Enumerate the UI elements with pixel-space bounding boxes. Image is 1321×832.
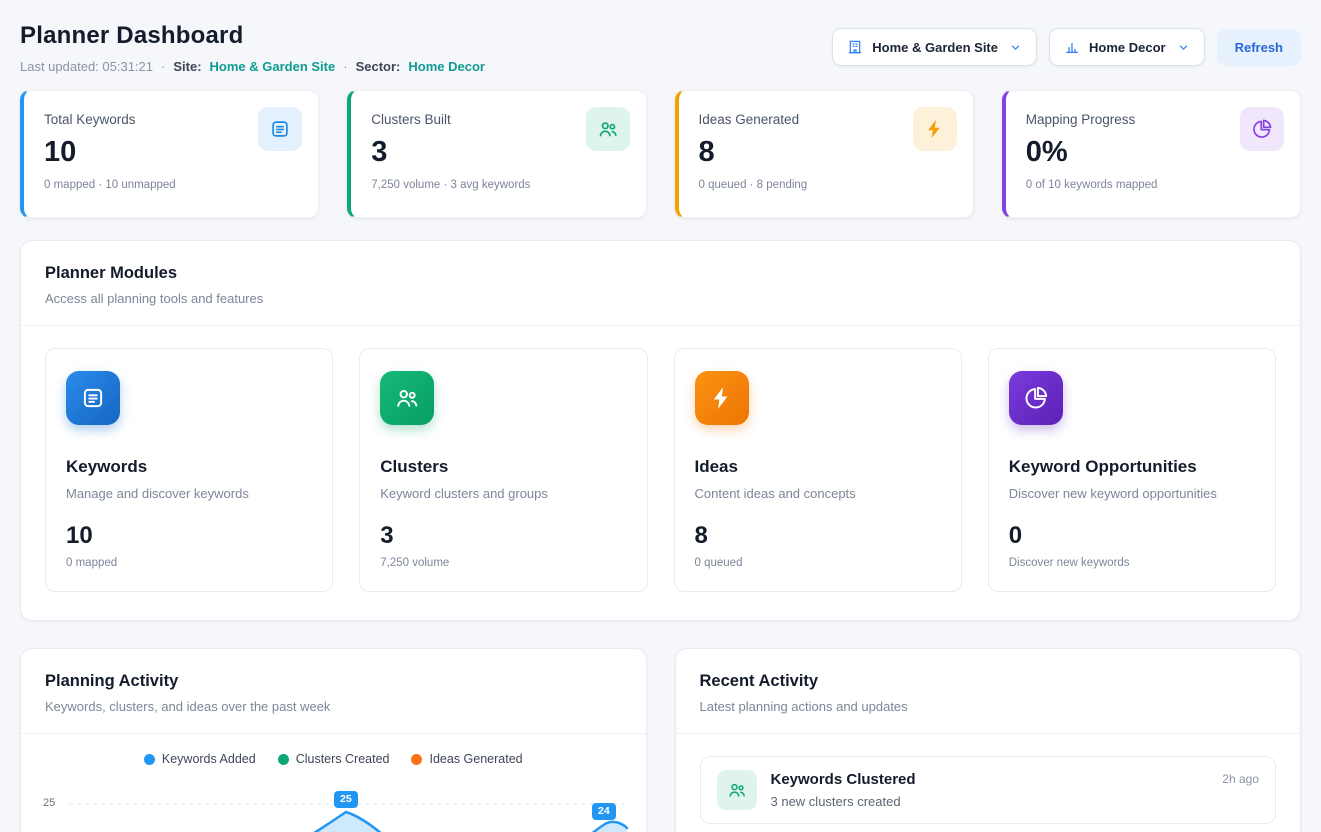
legend-dot-green bbox=[278, 754, 289, 765]
data-point-label: 24 bbox=[592, 803, 616, 820]
y-axis-tick: 25 bbox=[43, 797, 55, 809]
legend-label: Ideas Generated bbox=[429, 752, 522, 766]
module-title: Clusters bbox=[380, 457, 626, 477]
sector-selector-dropdown[interactable]: Home Decor bbox=[1049, 28, 1205, 66]
legend-dot-orange bbox=[411, 754, 422, 765]
activity-title: Keywords Clustered bbox=[771, 771, 916, 788]
module-card-keyword-opportunities[interactable]: Keyword Opportunities Discover new keywo… bbox=[988, 348, 1276, 592]
meta-separator: · bbox=[343, 59, 347, 74]
header-controls: Home & Garden Site Home Decor Refresh bbox=[832, 28, 1301, 66]
module-detail: 0 queued bbox=[695, 557, 941, 569]
legend-item-ideas-generated: Ideas Generated bbox=[411, 752, 522, 766]
page-title: Planner Dashboard bbox=[20, 22, 485, 50]
module-card-ideas[interactable]: Ideas Content ideas and concepts 8 0 que… bbox=[674, 348, 962, 592]
recent-activity-item[interactable]: Keywords Clustered 3 new clusters create… bbox=[700, 756, 1277, 824]
section-title: Recent Activity bbox=[700, 672, 1277, 691]
document-icon bbox=[258, 107, 302, 151]
recent-activity-card: Recent Activity Latest planning actions … bbox=[675, 648, 1302, 832]
header-left: Planner Dashboard Last updated: 05:31:21… bbox=[20, 22, 485, 74]
legend-item-clusters-created: Clusters Created bbox=[278, 752, 390, 766]
legend-label: Keywords Added bbox=[162, 752, 256, 766]
module-card-keywords[interactable]: Keywords Manage and discover keywords 10… bbox=[45, 348, 333, 592]
legend-dot-blue bbox=[144, 754, 155, 765]
module-value: 0 bbox=[1009, 522, 1255, 550]
site-selector-label: Home & Garden Site bbox=[872, 40, 998, 55]
planner-modules-header: Planner Modules Access all planning tool… bbox=[21, 241, 1300, 326]
meta-separator: · bbox=[161, 59, 165, 74]
sector-link[interactable]: Home Decor bbox=[408, 59, 485, 74]
section-subtitle: Latest planning actions and updates bbox=[700, 699, 1277, 714]
modules-grid: Keywords Manage and discover keywords 10… bbox=[21, 326, 1300, 620]
chevron-down-icon bbox=[1009, 41, 1022, 54]
lightning-icon bbox=[913, 107, 957, 151]
module-detail: 7,250 volume bbox=[380, 557, 626, 569]
users-icon bbox=[717, 770, 757, 810]
bar-chart-icon bbox=[1064, 39, 1080, 55]
stat-detail: 0 of 10 keywords mapped bbox=[1026, 179, 1280, 191]
module-description: Manage and discover keywords bbox=[66, 486, 312, 501]
chevron-down-icon bbox=[1177, 41, 1190, 54]
stat-card-ideas-generated: Ideas Generated 8 0 queued · 8 pending bbox=[675, 90, 974, 218]
module-detail: Discover new keywords bbox=[1009, 557, 1255, 569]
pie-chart-icon bbox=[1009, 371, 1063, 425]
data-point-label: 25 bbox=[334, 791, 358, 808]
activity-text: Keywords Clustered 3 new clusters create… bbox=[771, 771, 916, 809]
activity-timestamp: 2h ago bbox=[1222, 772, 1259, 786]
legend-item-keywords-added: Keywords Added bbox=[144, 752, 256, 766]
section-title: Planner Modules bbox=[45, 264, 1276, 283]
sector-selector-label: Home Decor bbox=[1089, 40, 1166, 55]
users-icon bbox=[380, 371, 434, 425]
recent-activity-list: Keywords Clustered 3 new clusters create… bbox=[676, 734, 1301, 832]
section-title: Planning Activity bbox=[45, 672, 622, 691]
stat-card-mapping-progress: Mapping Progress 0% 0 of 10 keywords map… bbox=[1002, 90, 1301, 218]
stat-detail: 0 mapped · 10 unmapped bbox=[44, 179, 298, 191]
planner-dashboard-page: Planner Dashboard Last updated: 05:31:21… bbox=[0, 0, 1321, 832]
users-icon bbox=[586, 107, 630, 151]
stat-card-total-keywords: Total Keywords 10 0 mapped · 10 unmapped bbox=[20, 90, 319, 218]
module-description: Discover new keyword opportunities bbox=[1009, 486, 1255, 501]
refresh-button[interactable]: Refresh bbox=[1217, 29, 1301, 66]
recent-activity-header: Recent Activity Latest planning actions … bbox=[676, 649, 1301, 734]
module-description: Keyword clusters and groups bbox=[380, 486, 626, 501]
module-detail: 0 mapped bbox=[66, 557, 312, 569]
module-value: 10 bbox=[66, 522, 312, 550]
site-link[interactable]: Home & Garden Site bbox=[210, 59, 336, 74]
planning-activity-card: Planning Activity Keywords, clusters, an… bbox=[20, 648, 647, 832]
module-title: Keyword Opportunities bbox=[1009, 457, 1255, 477]
module-value: 8 bbox=[695, 522, 941, 550]
chart-legend: Keywords Added Clusters Created Ideas Ge… bbox=[21, 734, 646, 770]
building-icon bbox=[847, 39, 863, 55]
module-description: Content ideas and concepts bbox=[695, 486, 941, 501]
bottom-panels: Planning Activity Keywords, clusters, an… bbox=[20, 648, 1301, 832]
document-icon bbox=[66, 371, 120, 425]
site-selector-dropdown[interactable]: Home & Garden Site bbox=[832, 28, 1037, 66]
planner-modules-section: Planner Modules Access all planning tool… bbox=[20, 240, 1301, 621]
section-subtitle: Keywords, clusters, and ideas over the p… bbox=[45, 699, 622, 714]
pie-chart-icon bbox=[1240, 107, 1284, 151]
module-title: Keywords bbox=[66, 457, 312, 477]
stat-detail: 7,250 volume · 3 avg keywords bbox=[371, 179, 625, 191]
legend-label: Clusters Created bbox=[296, 752, 390, 766]
sector-label: Sector: bbox=[356, 59, 401, 74]
lightning-icon bbox=[695, 371, 749, 425]
page-meta: Last updated: 05:31:21 · Site: Home & Ga… bbox=[20, 59, 485, 74]
module-card-clusters[interactable]: Clusters Keyword clusters and groups 3 7… bbox=[359, 348, 647, 592]
site-label: Site: bbox=[173, 59, 201, 74]
module-title: Ideas bbox=[695, 457, 941, 477]
section-subtitle: Access all planning tools and features bbox=[45, 291, 1276, 306]
stats-row: Total Keywords 10 0 mapped · 10 unmapped… bbox=[20, 90, 1301, 218]
stat-card-clusters-built: Clusters Built 3 7,250 volume · 3 avg ke… bbox=[347, 90, 646, 218]
planning-activity-header: Planning Activity Keywords, clusters, an… bbox=[21, 649, 646, 734]
planning-activity-chart: 25 25 24 bbox=[41, 774, 626, 832]
page-header: Planner Dashboard Last updated: 05:31:21… bbox=[20, 22, 1301, 74]
module-value: 3 bbox=[380, 522, 626, 550]
last-updated-text: Last updated: 05:31:21 bbox=[20, 59, 153, 74]
activity-detail: 3 new clusters created bbox=[771, 794, 916, 809]
stat-detail: 0 queued · 8 pending bbox=[699, 179, 953, 191]
